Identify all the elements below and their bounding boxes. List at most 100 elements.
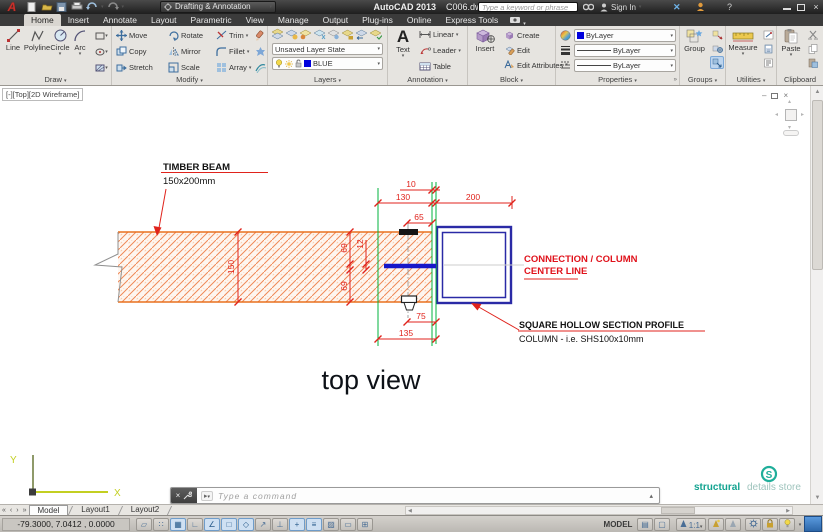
layer-lock-icon[interactable] — [341, 28, 354, 40]
tab-plugins[interactable]: Plug-ins — [355, 14, 400, 26]
command-line-grip[interactable]: × — [171, 488, 197, 503]
tab-layout[interactable]: Layout — [144, 14, 184, 26]
scroll-right-button[interactable]: ▶ — [786, 507, 790, 515]
properties-panel-launcher-icon[interactable]: » — [674, 75, 677, 85]
tab-layout2[interactable]: Layout2 — [123, 505, 167, 515]
tab-parametric[interactable]: Parametric — [184, 14, 239, 26]
layer-off-icon[interactable] — [327, 28, 340, 40]
move-button[interactable]: Move — [116, 30, 147, 41]
workspace-switching-button[interactable] — [745, 518, 761, 531]
command-input-placeholder[interactable]: Type a command — [218, 491, 297, 501]
vertical-scrollbar[interactable]: ▲ ▼ — [810, 86, 823, 504]
command-prompt-icon[interactable]: ▸▾ — [201, 491, 213, 501]
binoculars-search-icon[interactable] — [583, 3, 594, 11]
array-button[interactable]: Array▾ — [216, 62, 251, 73]
panel-label-annotation[interactable]: Annotation ▾ — [388, 75, 467, 85]
layer-previous-icon[interactable] — [355, 28, 368, 40]
annotation-visibility-button[interactable] — [708, 518, 724, 531]
tab-home[interactable]: Home — [24, 14, 61, 26]
dynamic-ucs-toggle[interactable]: ⊥ — [272, 518, 288, 531]
rectangle-tool-button[interactable]: ▾ — [92, 29, 111, 42]
text-button[interactable]: A Text ▾ — [390, 28, 416, 58]
group-button[interactable]: Group — [681, 28, 708, 53]
help-icon[interactable]: ? — [727, 1, 732, 13]
viewcube-up-icon[interactable]: ▴ — [788, 98, 791, 105]
tab-output[interactable]: Output — [316, 14, 356, 26]
table-button[interactable]: Table — [419, 62, 451, 71]
leader-button[interactable]: Leader▾ — [419, 46, 461, 55]
sign-in-button[interactable]: Sign In ▾ — [600, 1, 641, 13]
lock-ui-button[interactable] — [762, 518, 778, 531]
polar-tracking-toggle[interactable]: ∠ — [204, 518, 220, 531]
viewport-controls-label[interactable]: [-][Top][2D Wireframe] — [2, 88, 83, 101]
exchange-apps-icon[interactable]: ✕ — [673, 1, 681, 13]
panel-label-clipboard[interactable]: Clipboard — [777, 75, 823, 85]
viewcube[interactable]: ▴ ▾ ◂ ▸ — [778, 102, 804, 128]
vertical-scroll-thumb[interactable] — [812, 100, 823, 270]
id-point-button[interactable] — [761, 28, 775, 41]
selection-cycling-toggle[interactable]: ⊞ — [357, 518, 373, 531]
tab-view[interactable]: View — [239, 14, 271, 26]
infer-constraints-toggle[interactable]: ▱ — [136, 518, 152, 531]
copy-clip-button[interactable] — [806, 42, 820, 55]
horizontal-scroll-thumb[interactable] — [661, 507, 695, 514]
linetype-dropdown[interactable]: ByLayer▾ — [574, 59, 676, 72]
color-dropdown[interactable]: ByLayer▾ — [574, 29, 676, 42]
tab-insert[interactable]: Insert — [61, 14, 96, 26]
viewport-minimize-icon[interactable]: – — [762, 91, 766, 100]
ellipse-tool-button[interactable]: ▾ — [92, 45, 111, 58]
drawing-area[interactable]: 10 130 200 65 75 135 150 69 12 69 TIMBER… — [0, 86, 823, 504]
command-expand-icon[interactable]: ▴ — [649, 492, 653, 500]
snap-mode-toggle[interactable]: ∷ — [153, 518, 169, 531]
redo-caret-icon[interactable]: ▾ — [122, 5, 125, 9]
panel-label-block[interactable]: Block ▾ — [468, 75, 555, 85]
transparency-toggle[interactable]: ▨ — [323, 518, 339, 531]
trim-button[interactable]: Trim▾ — [216, 30, 248, 41]
notification-icon[interactable] — [696, 2, 705, 12]
current-layer-dropdown[interactable]: BLUE▾ — [272, 57, 383, 70]
coordinates-readout[interactable]: -79.3000, 7.0412 , 0.0000 — [2, 518, 130, 531]
linear-dimension-button[interactable]: Linear▾ — [419, 30, 458, 39]
layer-freeze-icon[interactable] — [313, 28, 326, 40]
quick-properties-toggle[interactable]: ▭ — [340, 518, 356, 531]
tab-manage[interactable]: Manage — [271, 14, 316, 26]
window-close-button[interactable]: × — [811, 3, 821, 12]
panel-label-modify[interactable]: Modify ▾ — [112, 75, 267, 85]
save-icon[interactable] — [56, 2, 68, 12]
model-space-icon-button[interactable]: ▤ — [637, 518, 653, 531]
color-wheel-icon[interactable] — [560, 30, 571, 41]
linetype-icon[interactable] — [560, 60, 571, 70]
edit-block-button[interactable]: Edit — [504, 45, 530, 55]
viewport-restore-icon[interactable] — [771, 93, 778, 99]
dynamic-input-toggle[interactable]: + — [289, 518, 305, 531]
window-maximize-button[interactable] — [797, 4, 805, 11]
scale-button[interactable]: Scale — [168, 62, 200, 73]
grid-display-toggle[interactable]: ▦ — [170, 518, 186, 531]
lineweight-icon[interactable] — [560, 45, 571, 55]
tab-layout1[interactable]: Layout1 — [73, 505, 117, 515]
undo-icon[interactable] — [86, 2, 98, 12]
quick-view-layouts-button[interactable]: ▢ — [654, 518, 670, 531]
autocad-logo-icon[interactable]: A — [2, 0, 22, 14]
insert-block-button[interactable]: Insert — [470, 28, 500, 53]
panel-label-draw[interactable]: Draw ▾ — [0, 75, 111, 85]
viewcube-home-button[interactable] — [783, 130, 799, 136]
command-wrench-icon[interactable] — [183, 491, 192, 500]
copy-button[interactable]: Copy — [116, 46, 147, 57]
undo-caret-icon[interactable]: ▾ — [101, 5, 104, 9]
tab-online[interactable]: Online — [400, 14, 439, 26]
isolate-objects-button[interactable] — [779, 518, 795, 531]
panel-label-utilities[interactable]: Utilities ▾ — [726, 75, 776, 85]
line-button[interactable]: Line — [2, 28, 24, 52]
status-overflow-caret-icon[interactable]: ▾ — [796, 518, 804, 531]
annotation-autoscale-button[interactable] — [725, 518, 741, 531]
redo-icon[interactable] — [107, 2, 119, 12]
layer-match-icon[interactable] — [285, 28, 298, 40]
model-space-button[interactable]: MODEL — [601, 518, 635, 531]
group-edit-button[interactable] — [710, 42, 724, 55]
arc-button[interactable]: Arc ▾ — [70, 28, 90, 56]
mirror-button[interactable]: Mirror — [168, 46, 201, 57]
measure-button[interactable]: Measure ▾ — [727, 28, 759, 56]
scroll-down-button[interactable]: ▼ — [812, 492, 823, 504]
lineweight-dropdown[interactable]: ByLayer▾ — [574, 44, 676, 57]
